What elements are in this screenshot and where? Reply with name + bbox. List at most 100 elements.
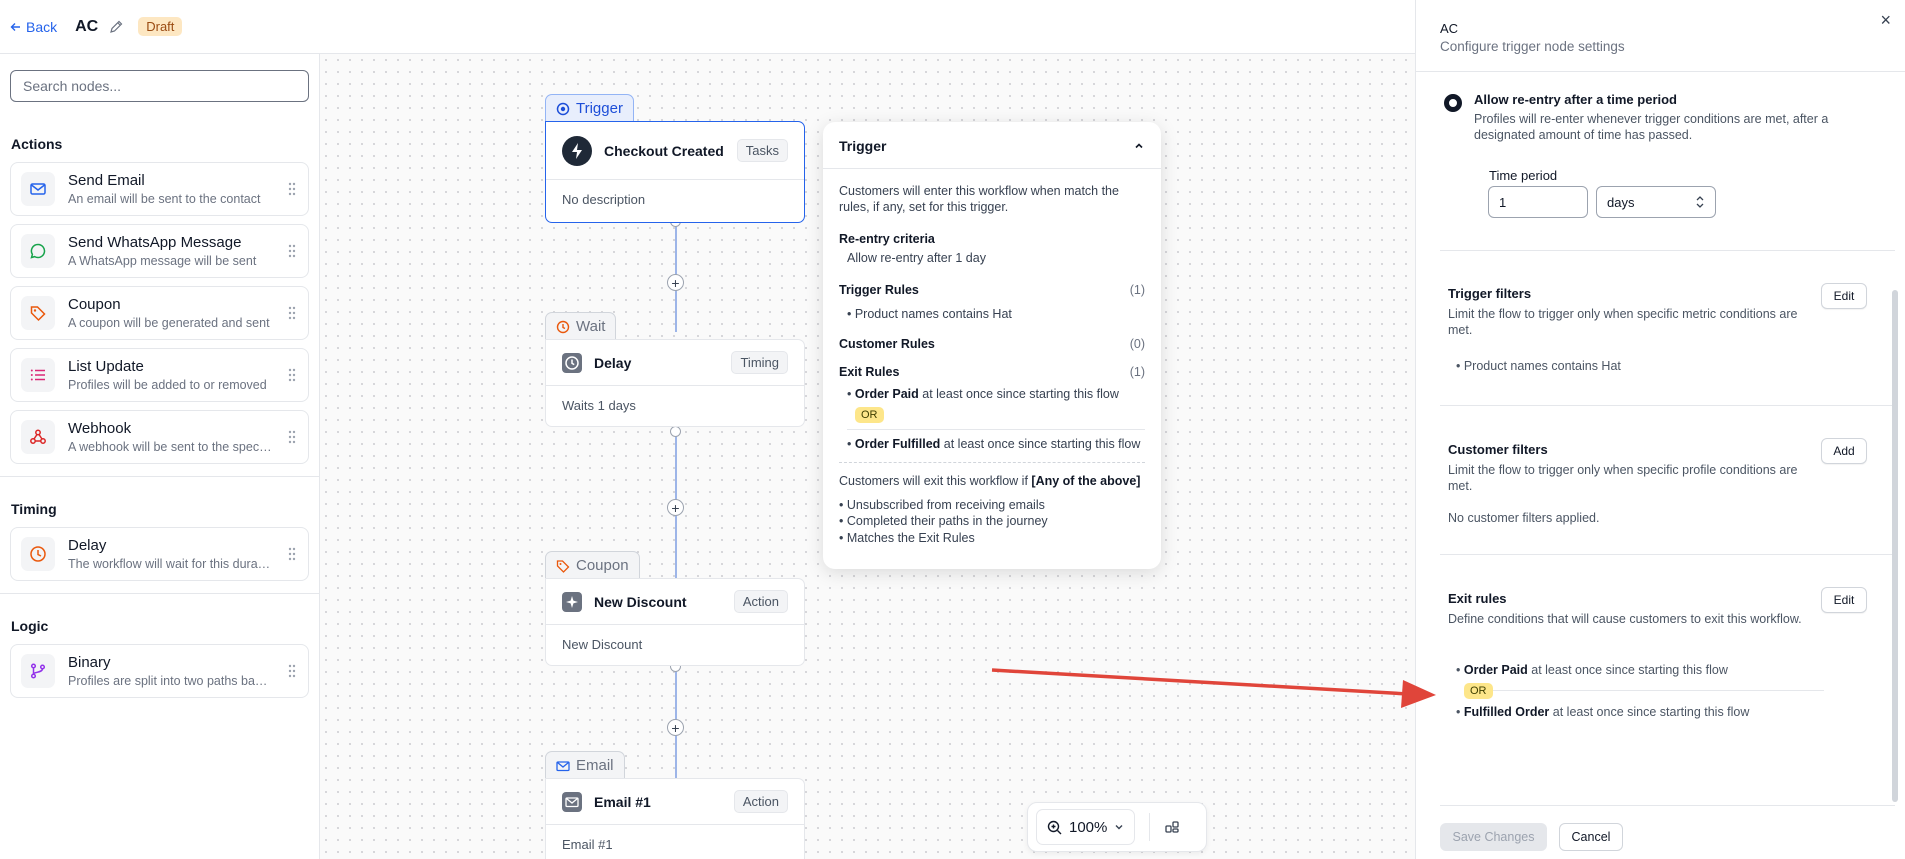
workflow-node-email[interactable]: Email #1 Action Email #1 [545, 778, 805, 859]
edit-trigger-filters-button[interactable]: Edit [1821, 283, 1867, 309]
sidebar-node-delay[interactable]: Delay The workflow will wait for this du… [10, 527, 309, 581]
node-title: Checkout Created [604, 142, 724, 159]
sparkle-icon [562, 591, 582, 612]
layout-icon[interactable] [1164, 819, 1180, 835]
search-box [10, 70, 309, 102]
chevron-up-icon[interactable] [1133, 140, 1145, 152]
node-name: Webhook [68, 420, 132, 437]
close-icon[interactable]: × [1880, 10, 1891, 31]
reentry-option-desc: Profiles will re-enter whenever trigger … [1474, 112, 1829, 143]
add-customer-filter-button[interactable]: Add [1821, 438, 1867, 464]
sidebar-node-webhook[interactable]: Webhook A webhook will be sent to the sp… [10, 410, 309, 464]
exit-condition: • Matches the Exit Rules [839, 530, 975, 545]
bolt-icon [562, 135, 592, 166]
reentry-option-title: Allow re-entry after a time period [1474, 92, 1677, 107]
trigger-rule: • Product names contains Hat [847, 306, 1012, 321]
tab-wait[interactable]: Wait [545, 312, 617, 340]
workflow-title: AC [75, 17, 99, 35]
customer-rules-label: Customer Rules [839, 336, 935, 351]
node-badge: Tasks [736, 139, 788, 162]
workflow-node-trigger[interactable]: Checkout Created Tasks No description [545, 121, 805, 223]
node-name: Binary [68, 654, 111, 671]
or-pill: OR [1464, 683, 1493, 699]
reentry-label: Re-entry criteria [839, 231, 935, 246]
message-circle-icon [21, 234, 55, 268]
node-handle[interactable] [670, 426, 681, 437]
trigger-filters-desc: Limit the flow to trigger only when spec… [1448, 307, 1798, 338]
trigger-filters-title: Trigger filters [1448, 286, 1532, 301]
node-desc: Profiles will be added to or removed [68, 378, 267, 392]
drag-handle-icon[interactable] [288, 306, 296, 320]
popover-header[interactable]: Trigger [823, 138, 1161, 169]
save-changes-button[interactable]: Save Changes [1440, 823, 1547, 851]
trigger-rules-heading: Trigger Rules (1) [839, 283, 1145, 297]
back-label: Back [26, 18, 58, 35]
section-title-actions: Actions [11, 136, 63, 152]
search-input[interactable] [21, 77, 261, 95]
exit-condition: • Completed their paths in the journey [839, 514, 1048, 529]
exit-rule-1: • Order Paid at least once since startin… [847, 386, 1119, 401]
drag-handle-icon[interactable] [288, 664, 296, 678]
exit-rules-section: Exit rules Define conditions that will c… [1448, 591, 1808, 627]
tab-label: Coupon [576, 557, 629, 574]
sidebar-node-send-whatsapp[interactable]: Send WhatsApp Message A WhatsApp message… [10, 224, 309, 278]
time-unit-select[interactable]: days [1596, 186, 1716, 218]
drag-handle-icon[interactable] [288, 368, 296, 382]
drag-handle-icon[interactable] [288, 547, 296, 561]
node-description: Email #1 [562, 837, 613, 852]
pencil-icon[interactable] [108, 19, 124, 35]
tab-coupon[interactable]: Coupon [545, 551, 640, 579]
tab-trigger[interactable]: Trigger [545, 94, 634, 122]
tab-label: Email [576, 757, 614, 774]
sidebar-node-list-update[interactable]: List Update Profiles will be added to or… [10, 348, 309, 402]
exit-intro-text: Customers will exit this workflow if [839, 473, 1028, 488]
exit-condition-text: Completed their paths in the journey [846, 514, 1048, 529]
sidebar-node-binary[interactable]: Binary Profiles are split into two paths… [10, 644, 309, 698]
section-divider [1440, 554, 1895, 555]
status-badge: Draft [138, 17, 183, 36]
customer-filters-empty: No customer filters applied. [1448, 510, 1600, 525]
exit-rules-list: • Order Paid at least once since startin… [1456, 663, 1876, 719]
back-button[interactable]: Back [10, 19, 57, 35]
panel-scroll-area[interactable]: Allow re-entry after a time period Profi… [1440, 84, 1895, 799]
section-title-logic: Logic [11, 618, 49, 634]
zoom-select[interactable]: 100% [1036, 809, 1136, 845]
node-description: Waits 1 days [562, 398, 636, 413]
node-desc: The workflow will wait for this duration [68, 557, 273, 571]
target-icon [556, 102, 570, 116]
cancel-button[interactable]: Cancel [1559, 823, 1623, 851]
reentry-value: Allow re-entry after 1 day [847, 250, 986, 265]
panel-scrollbar[interactable] [1892, 290, 1898, 802]
trigger-settings-panel: AC Configure trigger node settings × All… [1415, 0, 1905, 859]
node-description: No description [562, 192, 646, 207]
exit-rule-event: Order Fulfilled [854, 436, 941, 451]
exit-intro-bold: [Any of the above] [1031, 473, 1141, 488]
sidebar-node-coupon[interactable]: Coupon A coupon will be generated and se… [10, 286, 309, 340]
drag-handle-icon[interactable] [288, 430, 296, 444]
section-divider [1440, 405, 1895, 406]
drag-handle-icon[interactable] [288, 182, 296, 196]
exit-rule-condition: at least once since starting this flow [918, 386, 1119, 401]
tab-label: Trigger [576, 100, 623, 117]
exit-condition-text: Unsubscribed from receiving emails [846, 498, 1045, 512]
customer-filters-title: Customer filters [1448, 442, 1548, 457]
node-name: Send Email [68, 172, 145, 189]
edit-exit-rules-button[interactable]: Edit [1821, 587, 1867, 613]
add-node-button[interactable]: + [667, 499, 684, 516]
time-period-value: 1 [1499, 194, 1507, 210]
section-title-timing: Timing [11, 501, 57, 517]
node-name: Coupon [68, 296, 121, 313]
drag-handle-icon[interactable] [288, 244, 296, 258]
time-period-input[interactable]: 1 [1488, 186, 1588, 218]
node-title: Delay [594, 354, 632, 371]
add-node-button[interactable]: + [667, 719, 684, 736]
rule-divider [847, 428, 1145, 430]
workflow-node-coupon[interactable]: New Discount Action New Discount [545, 578, 805, 666]
reentry-option: Allow re-entry after a time period Profi… [1474, 92, 1874, 144]
tab-email[interactable]: Email [545, 751, 625, 779]
top-bar: Back AC Draft [0, 0, 1415, 54]
reentry-radio[interactable] [1444, 94, 1462, 112]
add-node-button[interactable]: + [667, 274, 684, 291]
sidebar-node-send-email[interactable]: Send Email An email will be sent to the … [10, 162, 309, 216]
workflow-node-wait[interactable]: Delay Timing Waits 1 days [545, 339, 805, 427]
